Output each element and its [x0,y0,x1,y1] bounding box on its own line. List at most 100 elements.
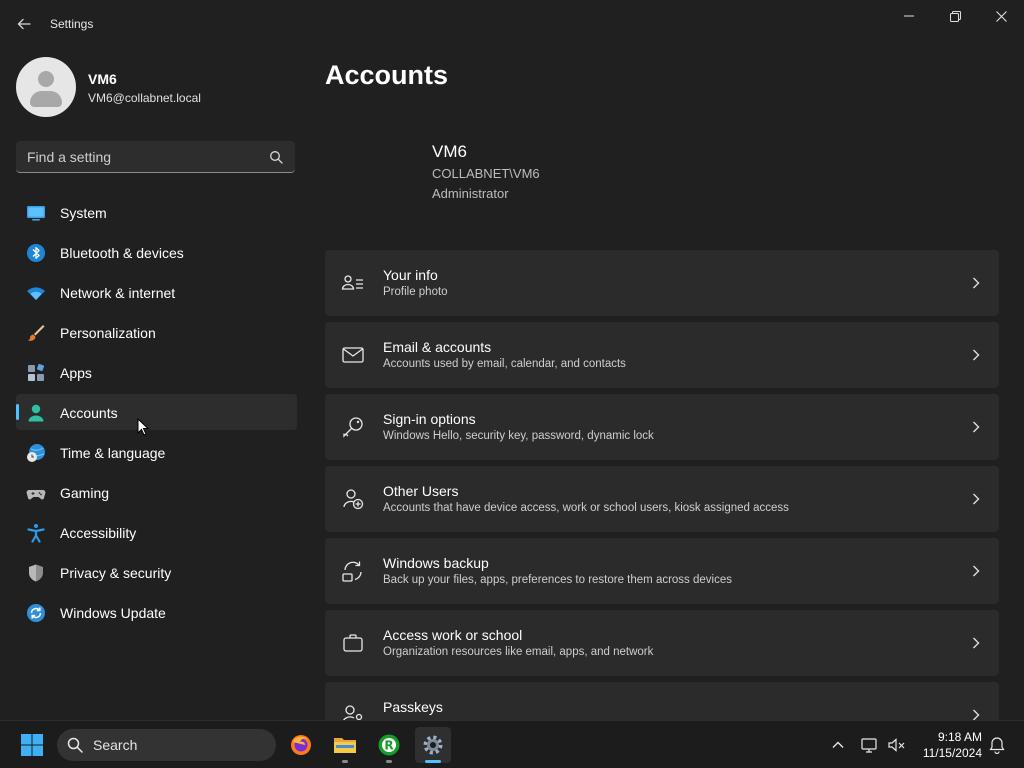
person-info-icon [341,275,363,290]
update-icon [27,604,45,622]
taskbar: Search R 9:18 AM 11/15/2024 [0,720,1024,768]
globe-clock-icon [27,444,45,462]
sidebar-item-label: Windows Update [60,605,166,621]
briefcase-icon [343,634,363,652]
restore-button[interactable] [932,0,978,32]
sidebar-item-accounts[interactable]: Accounts [16,394,297,430]
system-clock[interactable]: 9:18 AM 11/15/2024 [912,729,982,761]
search-placeholder: Find a setting [27,149,112,165]
sidebar-item-label: Accounts [60,405,118,421]
sidebar-item-time-language[interactable]: Time & language [16,434,297,470]
chevron-right-icon [973,709,980,720]
windows-start-icon[interactable] [20,733,44,757]
sidebar-item-gaming[interactable]: Gaming [16,474,297,510]
speaker-muted-icon[interactable] [886,735,906,755]
sidebar-item-label: Bluetooth & devices [60,245,184,261]
chevron-right-icon [973,277,980,289]
search-icon [270,151,283,164]
mail-icon [342,347,364,363]
key-icon [343,417,363,438]
sidebar-item-apps[interactable]: Apps [16,354,297,390]
account-name: VM6 [432,142,467,161]
brush-icon [28,325,45,341]
backup-icon [342,561,362,582]
user-profile[interactable]: VM6 VM6@collabnet.local [16,57,296,117]
sidebar-item-windows-update[interactable]: Windows Update [16,594,297,630]
sidebar-item-privacy-security[interactable]: Privacy & security [16,554,297,590]
card-title: Your info [383,267,438,283]
card-title: Sign-in options [383,411,476,427]
sidebar-item-bluetooth[interactable]: Bluetooth & devices [16,234,297,270]
minimize-button[interactable] [886,0,932,32]
search-input[interactable]: Find a setting [16,141,295,173]
svg-text:R: R [384,739,393,753]
avatar [16,57,76,117]
sidebar-item-system[interactable]: System [16,194,297,230]
profile-name: VM6 [88,71,117,87]
taskbar-search-label: Search [93,737,138,753]
close-button[interactable] [978,0,1024,32]
card-other-users[interactable]: Other Users Accounts that have device ac… [325,466,999,532]
network-icon[interactable] [860,735,880,755]
search-icon [67,737,83,753]
clock-time: 9:18 AM [937,730,982,744]
accessibility-icon [27,524,45,543]
taskbar-file-explorer[interactable] [327,727,363,763]
taskbar-firefox[interactable] [283,727,319,763]
card-your-info[interactable]: Your info Profile photo [325,250,999,316]
card-windows-backup[interactable]: Windows backup Back up your files, apps,… [325,538,999,604]
card-subtitle: Windows Hello, security key, password, d… [383,430,654,442]
gamepad-icon [26,490,46,500]
sidebar-item-label: Personalization [60,325,156,341]
card-subtitle: Back up your files, apps, preferences to… [383,574,732,586]
sidebar-item-label: Time & language [60,445,166,461]
chevron-up-icon[interactable] [830,737,846,753]
card-title: Email & accounts [383,339,492,355]
card-title: Access work or school [383,627,523,643]
taskbar-green-app[interactable]: R [371,727,407,763]
gear-icon [423,735,443,755]
settings-card-list: Your info Profile photo Email & accounts… [325,250,999,720]
card-title: Passkeys [383,699,443,715]
card-title: Other Users [383,483,459,499]
bluetooth-icon [27,244,45,262]
account-role: Administrator [432,186,509,201]
chevron-right-icon [973,421,980,433]
sidebar-item-accessibility[interactable]: Accessibility [16,514,297,550]
card-access-work-school[interactable]: Access work or school Organization resou… [325,610,999,676]
accounts-icon [28,404,44,422]
sidebar-item-label: Accessibility [60,525,137,541]
card-email-accounts[interactable]: Email & accounts Accounts used by email,… [325,322,999,388]
close-icon [995,10,1007,22]
taskbar-search[interactable]: Search [57,729,276,761]
sidebar-nav: System Bluetooth & devices Network & int… [16,194,297,634]
shield-icon [29,564,43,582]
taskbar-settings[interactable] [415,727,451,763]
sidebar-item-personalization[interactable]: Personalization [16,314,297,350]
sidebar-item-label: System [60,205,107,221]
notification-bell-icon[interactable] [988,736,1006,754]
sidebar-item-label: Network & internet [60,285,176,301]
card-subtitle: Accounts used by email, calendar, and co… [383,358,626,370]
system-icon [27,206,45,221]
firefox-icon [291,735,311,755]
profile-email: VM6@collabnet.local [88,91,201,105]
sidebar-item-network[interactable]: Network & internet [16,274,297,310]
restore-icon [949,10,961,22]
card-title: Windows backup [383,555,489,571]
card-sign-in-options[interactable]: Sign-in options Windows Hello, security … [325,394,999,460]
passkey-icon [343,705,363,720]
chevron-right-icon [973,493,980,505]
card-subtitle: Profile photo [383,286,448,298]
mouse-cursor-icon [137,418,149,436]
card-subtitle: Organization resources like email, apps,… [383,646,654,658]
clock-date: 11/15/2024 [922,746,982,760]
recycle-app-icon: R [378,734,400,756]
sidebar-item-label: Apps [60,365,92,381]
title-bar: Settings [0,0,1024,48]
back-button[interactable] [10,10,38,38]
apps-icon [28,363,45,381]
wifi-icon [27,287,45,300]
minimize-icon [904,15,914,17]
card-passkeys[interactable]: Passkeys [325,682,999,720]
